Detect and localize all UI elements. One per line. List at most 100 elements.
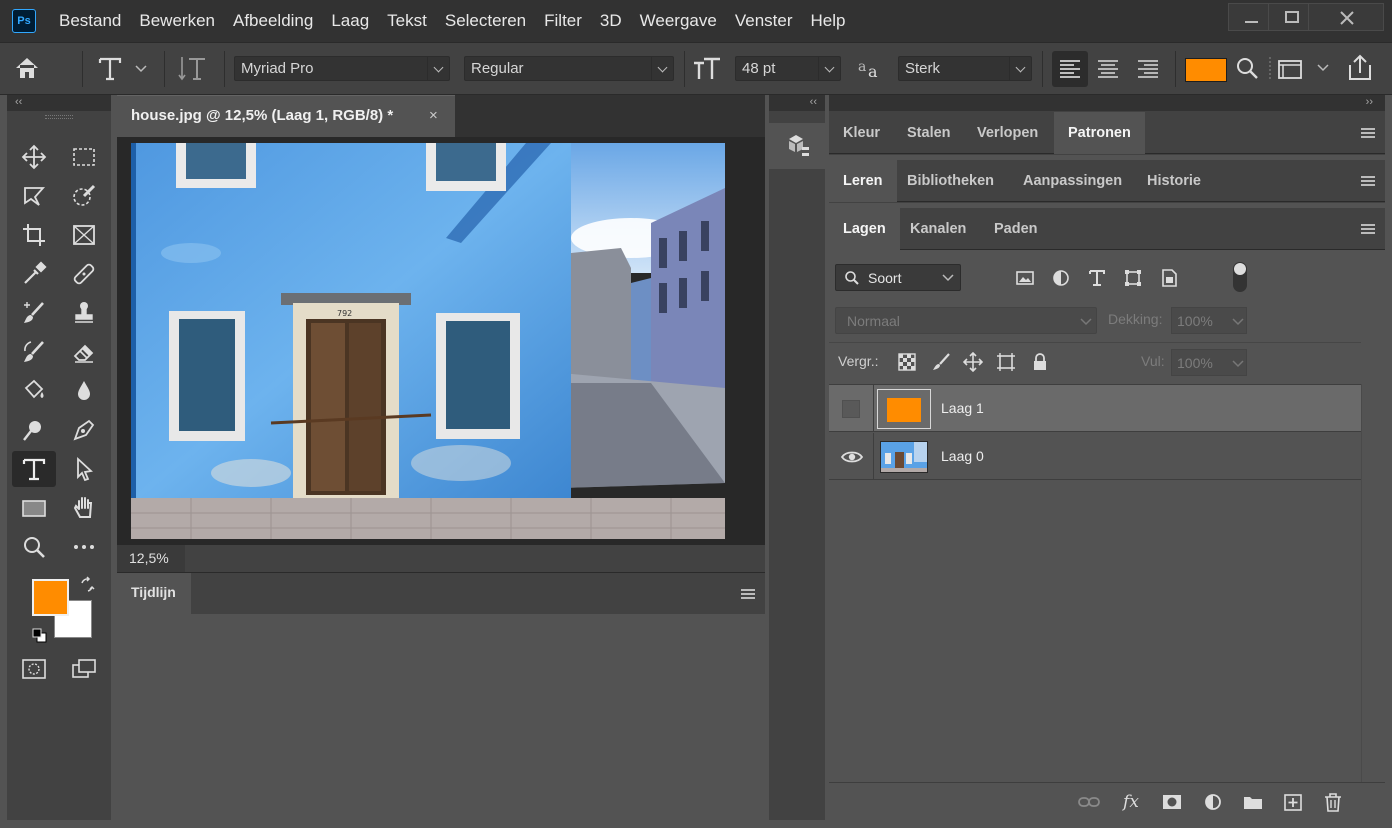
lock-image-pixels-button[interactable] — [931, 352, 951, 372]
tab-aanpassingen[interactable]: Aanpassingen — [1009, 160, 1136, 202]
character-panel-button[interactable] — [1266, 53, 1310, 85]
tab-kleur[interactable]: Kleur — [829, 112, 894, 154]
font-size-select[interactable]: 48 pt — [735, 56, 841, 81]
new-layer-button[interactable] — [1279, 788, 1307, 816]
blur-tool[interactable] — [62, 373, 106, 409]
new-adjustment-layer-button[interactable] — [1199, 788, 1227, 816]
close-document-button[interactable]: × — [429, 96, 438, 136]
text-color-swatch[interactable] — [1185, 58, 1227, 82]
lock-transparent-pixels-button[interactable] — [897, 352, 917, 372]
layer-name[interactable]: Laag 1 — [941, 400, 984, 416]
filter-pixel-layers-button[interactable] — [1015, 268, 1035, 288]
tab-paden[interactable]: Paden — [980, 208, 1052, 250]
layer-filter-select[interactable]: Soort — [835, 264, 961, 291]
align-center-button[interactable] — [1090, 51, 1126, 87]
menu-laag[interactable]: Laag — [322, 0, 378, 42]
move-tool[interactable] — [12, 139, 56, 175]
swap-colors-button[interactable] — [78, 576, 96, 594]
layer-thumbnail[interactable] — [880, 441, 928, 473]
layer-name[interactable]: Laag 0 — [941, 448, 984, 464]
document-tab[interactable]: house.jpg @ 12,5% (Laag 1, RGB/8) * × — [117, 95, 455, 137]
toolbar-grip[interactable] — [45, 115, 73, 119]
menu-afbeelding[interactable]: Afbeelding — [224, 0, 322, 42]
frame-tool[interactable] — [62, 217, 106, 253]
menu-venster[interactable]: Venster — [726, 0, 802, 42]
quick-selection-tool[interactable] — [62, 178, 106, 214]
tab-patronen[interactable]: Patronen — [1054, 112, 1145, 154]
opacity-field[interactable]: 100% — [1171, 307, 1247, 334]
timeline-menu-icon[interactable] — [741, 589, 755, 599]
tab-leren[interactable]: Leren — [829, 160, 897, 202]
tab-kanalen[interactable]: Kanalen — [896, 208, 980, 250]
add-mask-button[interactable] — [1158, 788, 1186, 816]
layer-thumbnail-frame[interactable] — [877, 389, 931, 429]
lock-all-button[interactable] — [1030, 352, 1050, 372]
hand-tool[interactable] — [62, 490, 106, 526]
tab-historie[interactable]: Historie — [1133, 160, 1215, 202]
panel-menu-icon[interactable] — [1361, 176, 1375, 186]
lock-artboard-button[interactable] — [996, 352, 1016, 372]
tab-bibliotheken[interactable]: Bibliotheken — [893, 160, 1008, 202]
layer-visibility-toggle[interactable] — [840, 447, 864, 467]
spot-healing-tool[interactable] — [62, 256, 106, 292]
horizontal-type-tool[interactable] — [12, 451, 56, 487]
tab-verlopen[interactable]: Verlopen — [963, 112, 1052, 154]
filter-shape-layers-button[interactable] — [1123, 268, 1143, 288]
lasso-tool[interactable] — [12, 178, 56, 214]
lock-position-button[interactable] — [963, 352, 983, 372]
fill-field[interactable]: 100% — [1171, 349, 1247, 376]
zoom-level-field[interactable]: 12,5% — [117, 545, 185, 572]
link-layers-button[interactable] — [1075, 788, 1103, 816]
tab-stalen[interactable]: Stalen — [893, 112, 965, 154]
eyedropper-tool[interactable] — [12, 256, 56, 292]
path-selection-tool[interactable] — [62, 451, 106, 487]
default-colors-button[interactable] — [32, 627, 50, 645]
more-tools-button[interactable] — [62, 529, 106, 565]
tool-preset-picker[interactable] — [96, 53, 154, 83]
eraser-tool[interactable] — [62, 334, 106, 370]
pen-tool[interactable] — [62, 412, 106, 448]
align-left-button[interactable] — [1052, 51, 1088, 87]
menu-help[interactable]: Help — [802, 0, 855, 42]
blend-mode-select[interactable]: Normaal — [835, 307, 1097, 334]
collapse-toolbar-button[interactable]: ‹‹ — [7, 95, 111, 111]
brush-tool[interactable] — [12, 295, 56, 331]
menu-filter[interactable]: Filter — [535, 0, 591, 42]
layer-style-button[interactable]: fx — [1117, 788, 1145, 816]
filter-adjustment-layers-button[interactable] — [1051, 268, 1071, 288]
menu-bestand[interactable]: Bestand — [50, 0, 130, 42]
expand-dock-button[interactable]: ‹‹ — [769, 95, 825, 111]
menu-3d[interactable]: 3D — [591, 0, 631, 42]
close-window-button[interactable] — [1308, 3, 1384, 31]
anti-alias-select[interactable]: Sterk — [898, 56, 1032, 81]
menu-selecteren[interactable]: Selecteren — [436, 0, 535, 42]
font-style-select[interactable]: Regular — [464, 56, 674, 81]
filter-smart-objects-button[interactable] — [1159, 268, 1179, 288]
tab-tijdlijn[interactable]: Tijdlijn — [117, 573, 191, 615]
quick-mask-button[interactable] — [12, 651, 56, 687]
rectangle-tool[interactable] — [12, 490, 56, 526]
document-image[interactable]: 792 — [131, 143, 725, 539]
new-group-button[interactable] — [1239, 788, 1267, 816]
layer-row-laag-0[interactable]: Laag 0 — [829, 433, 1361, 480]
screen-mode-button[interactable] — [62, 651, 106, 687]
tab-lagen[interactable]: Lagen — [829, 208, 900, 250]
menu-weergave[interactable]: Weergave — [631, 0, 726, 42]
font-family-select[interactable]: Myriad Pro — [234, 56, 450, 81]
layers-scrollbar[interactable] — [1361, 384, 1385, 782]
toggle-text-orientation-button[interactable] — [176, 53, 210, 83]
more-options-button[interactable] — [1316, 55, 1330, 83]
layer-filter-toggle[interactable] — [1233, 262, 1247, 292]
align-right-button[interactable] — [1130, 51, 1166, 87]
foreground-color-swatch[interactable] — [32, 579, 69, 616]
menu-bewerken[interactable]: Bewerken — [130, 0, 224, 42]
properties-panel-button[interactable] — [769, 123, 825, 169]
history-brush-tool[interactable] — [12, 334, 56, 370]
zoom-tool[interactable] — [12, 529, 56, 565]
delete-layer-button[interactable] — [1319, 788, 1347, 816]
menu-tekst[interactable]: Tekst — [378, 0, 436, 42]
paint-bucket-tool[interactable] — [12, 373, 56, 409]
panel-menu-icon[interactable] — [1361, 128, 1375, 138]
rectangular-marquee-tool[interactable] — [62, 139, 106, 175]
layer-visibility-toggle[interactable] — [842, 400, 860, 418]
